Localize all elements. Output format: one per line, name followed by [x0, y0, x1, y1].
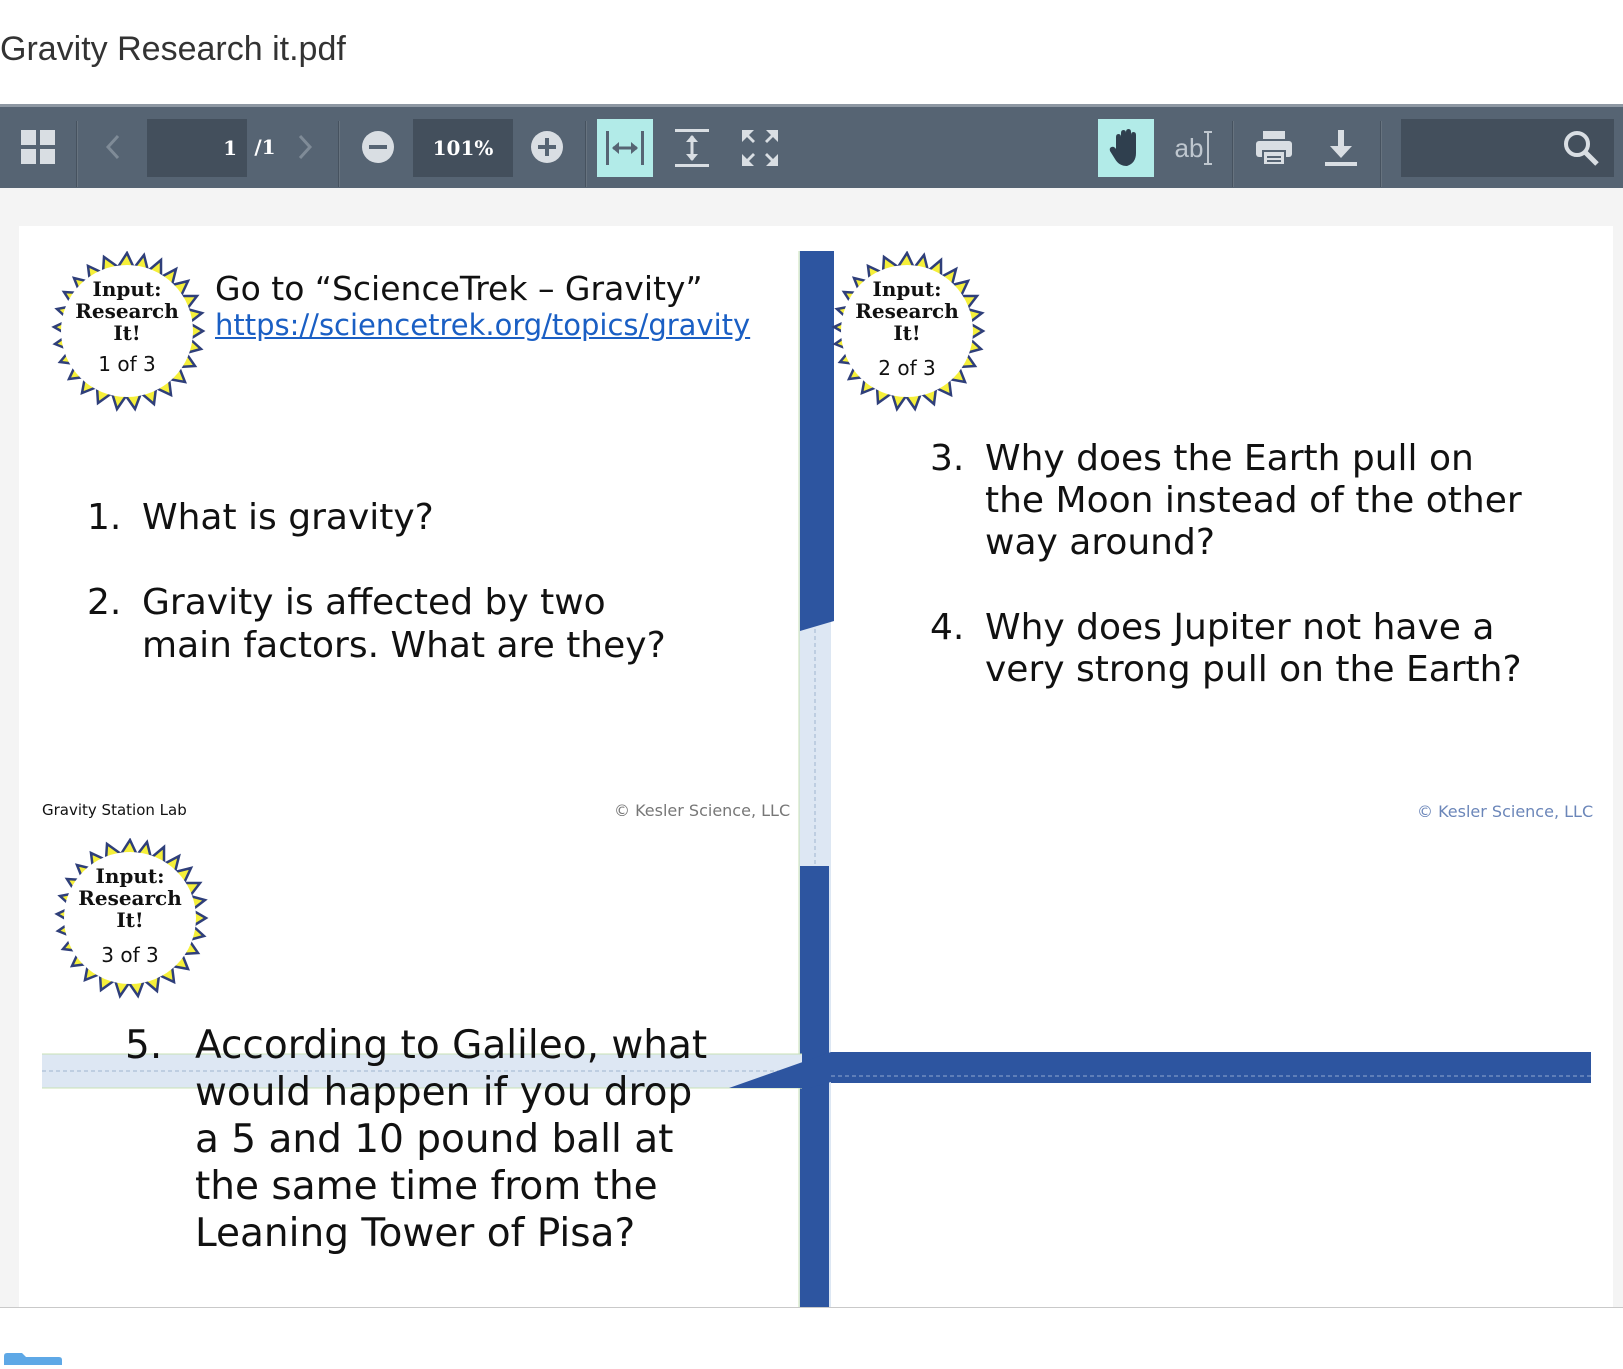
- fit-height-icon[interactable]: [668, 121, 716, 175]
- question-text: Leaning Tower of Pisa?: [195, 1211, 636, 1256]
- question-text: Gravity is affected by two: [142, 582, 606, 623]
- badge-line: Research: [75, 299, 179, 323]
- question-text: main factors. What are they?: [142, 625, 666, 666]
- badge-count: 1 of 3: [98, 352, 156, 376]
- grid-icon[interactable]: [16, 125, 60, 169]
- question-text: What is gravity?: [142, 497, 434, 538]
- zoom-level-field[interactable]: 101%: [413, 119, 513, 177]
- badge-input-research-2: Input: Research It! 2 of 3: [822, 250, 992, 421]
- fullscreen-icon[interactable]: [736, 121, 784, 175]
- question-text: Why does Jupiter not have a: [985, 607, 1495, 648]
- hand-tool-icon[interactable]: [1098, 119, 1154, 177]
- question-number: 5.: [125, 1023, 163, 1068]
- pdf-viewer[interactable]: Input: Research It! 1 of 3 Go to “Scienc…: [0, 188, 1623, 1308]
- search-icon[interactable]: [1562, 129, 1600, 172]
- zoom-out-icon[interactable]: [356, 125, 400, 169]
- footer-lab-right: Gravity Station Lab: [851, 804, 996, 822]
- text-select-icon[interactable]: ab: [1168, 121, 1220, 175]
- zoom-in-icon[interactable]: [525, 125, 569, 169]
- question-text: According to Galileo, what: [195, 1023, 708, 1068]
- bottom-strip: [0, 1308, 1623, 1365]
- sciencetrek-link[interactable]: https://sciencetrek.org/topics/gravity: [215, 308, 750, 342]
- question-text: the Moon instead of the other: [985, 480, 1522, 521]
- search-input[interactable]: [1401, 119, 1614, 177]
- badge-line: It!: [116, 908, 144, 932]
- page-current: 1: [223, 136, 237, 160]
- question-number: 3.: [930, 438, 965, 479]
- next-page-icon[interactable]: [288, 125, 322, 169]
- badge-count: 2 of 3: [878, 356, 936, 380]
- badge-count: 3 of 3: [101, 943, 159, 967]
- download-icon[interactable]: [1316, 121, 1366, 175]
- question-number: 1.: [87, 497, 122, 538]
- badge-input-research-1: Input: Research It! 1 of 3: [42, 250, 212, 421]
- question-2: 2. Gravity is affected by two main facto…: [87, 581, 787, 671]
- text-tool-label: ab: [1174, 132, 1204, 163]
- footer-copyright-right: © Kesler Science, LLC: [1417, 802, 1594, 821]
- badge-line: It!: [893, 321, 921, 345]
- badge-input-research-3: Input: Research It! 3 of 3: [45, 837, 215, 1008]
- question-1: 1. What is gravity?: [87, 496, 767, 541]
- question-number: 4.: [930, 607, 965, 648]
- question-number: 2.: [87, 582, 122, 623]
- page-number-input[interactable]: 1: [147, 119, 247, 177]
- badge-line: Input:: [95, 864, 165, 888]
- question-5: 5. According to Galileo, what would happ…: [125, 1022, 805, 1282]
- question-text: Why does the Earth pull on: [985, 438, 1474, 479]
- badge-line: Input:: [872, 277, 942, 301]
- fit-width-icon[interactable]: [597, 119, 653, 177]
- pdf-toolbar: 1 /1 101% ab: [0, 104, 1623, 188]
- question-4: 4. Why does Jupiter not have a very stro…: [930, 607, 1590, 697]
- badge-line: Research: [855, 299, 959, 323]
- question-text: very strong pull on the Earth?: [985, 649, 1522, 690]
- pdf-page: Input: Research It! 1 of 3 Go to “Scienc…: [19, 226, 1613, 1307]
- zoom-level: 101%: [432, 136, 494, 160]
- document-title: Gravity Research it.pdf: [0, 30, 346, 68]
- question-text: the same time from the: [195, 1164, 658, 1209]
- footer-copyright-left: © Kesler Science, LLC: [614, 801, 791, 820]
- badge-line: It!: [113, 321, 141, 345]
- print-icon[interactable]: [1248, 121, 1300, 175]
- question-text: way around?: [985, 522, 1215, 563]
- badge-line: Input:: [92, 277, 162, 301]
- question-text: would happen if you drop: [195, 1070, 693, 1115]
- page-total: /1: [254, 135, 276, 159]
- title-bar: Gravity Research it.pdf: [0, 0, 1623, 104]
- footer-lab-left: Gravity Station Lab: [42, 801, 187, 819]
- prev-page-icon[interactable]: [96, 125, 130, 169]
- question-text: a 5 and 10 pound ball at: [195, 1117, 674, 1162]
- question-3: 3. Why does the Earth pull on the Moon i…: [930, 438, 1590, 568]
- badge-line: Research: [78, 886, 182, 910]
- intro-text: Go to “ScienceTrek – Gravity”: [215, 269, 703, 308]
